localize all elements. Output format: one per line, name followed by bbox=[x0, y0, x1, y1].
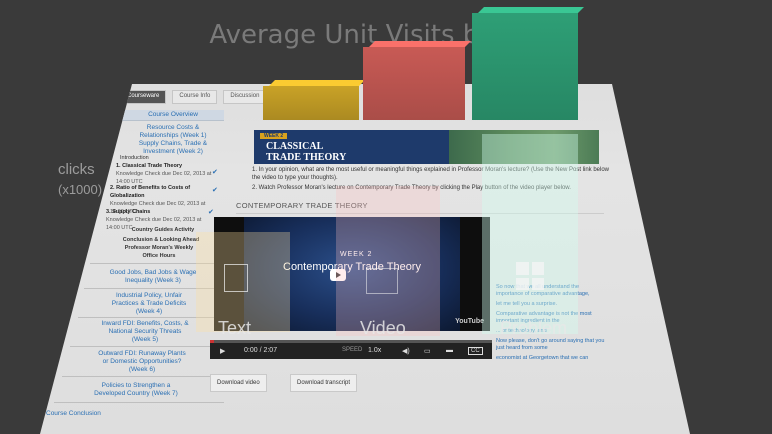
checkmark-icon: ✔ bbox=[212, 187, 218, 194]
sidebar-item-course-conclusion[interactable]: Course Conclusion bbox=[46, 410, 156, 418]
banner-title-line2: TRADE THEORY bbox=[266, 152, 347, 163]
sidebar-item-course-overview[interactable]: Course Overview bbox=[122, 111, 224, 119]
bar-front bbox=[472, 13, 578, 120]
lesson-title: 2. Ratio of Benefits to Costs of Globali… bbox=[110, 185, 191, 199]
sidebar-item-label: Resource Costs & bbox=[146, 124, 200, 131]
sidebar-item-label: Relationships (Week 1) bbox=[139, 132, 207, 139]
document-icon bbox=[224, 264, 248, 292]
speed-value[interactable]: 1.0x bbox=[368, 347, 381, 354]
bar-front bbox=[363, 47, 465, 120]
transcript-toggle-icon[interactable]: ▬ bbox=[446, 347, 453, 354]
course-tabs: Courseware Course Info Discussion bbox=[120, 90, 267, 104]
bar-video bbox=[363, 41, 471, 120]
speed-label: SPEED bbox=[342, 347, 363, 353]
video-time: 0:00 / 2:07 bbox=[244, 347, 278, 354]
transcript-line[interactable]: Now please, don't go around saying that … bbox=[496, 338, 606, 352]
sidebar-item-week-6[interactable]: Outward FDI: Runaway Plants or Domestic … bbox=[64, 350, 220, 374]
checkmark-icon: ✔ bbox=[212, 169, 218, 176]
banner-week-label: WEEK 2 bbox=[260, 133, 288, 139]
tab-course-info[interactable]: Course Info bbox=[172, 90, 218, 104]
sidebar-subitem-lesson-1[interactable]: 1. Classical Trade Theory Knowledge Chec… bbox=[116, 162, 212, 186]
video-controls: ▶ 0:00 / 2:07 SPEED 1.0x ◀) ▭ ▬ CC bbox=[210, 340, 492, 359]
problem-grid-icon bbox=[516, 262, 544, 290]
tab-courseware[interactable]: Courseware bbox=[120, 90, 167, 104]
overlay-video-column bbox=[336, 186, 440, 336]
sidebar-item-label: Supply Chains, Trade & bbox=[138, 140, 208, 147]
bar-front bbox=[263, 86, 359, 120]
sidebar-item-label: (Week 6) bbox=[128, 366, 156, 373]
sidebar-item-week-7[interactable]: Policies to Strengthen a Developed Count… bbox=[56, 382, 216, 398]
transcript-line[interactable]: economist at Georgetown that we can bbox=[496, 355, 606, 362]
overlay-problem-column bbox=[482, 134, 578, 334]
lesson-title: 1. Classical Trade Theory bbox=[116, 163, 183, 169]
y-axis-label-unit: (x1000) bbox=[58, 182, 103, 197]
cc-button[interactable]: CC bbox=[468, 347, 483, 355]
bar-text bbox=[263, 80, 365, 120]
download-video-button[interactable]: Download video bbox=[210, 374, 267, 392]
overlay-label-text: Text bbox=[218, 318, 252, 338]
sidebar-item-label: Outward FDI: Runaway Plants bbox=[98, 350, 186, 357]
sidebar-item-label: (Week 5) bbox=[131, 336, 159, 343]
sidebar-item-label: Developed Country (Week 7) bbox=[94, 390, 178, 397]
lesson-title: 3. Supply Chains bbox=[106, 209, 151, 215]
banner-title-line1: CLASSICAL bbox=[266, 141, 324, 152]
sidebar-item-label: Policies to Strengthen a bbox=[101, 382, 171, 389]
fullscreen-icon[interactable]: ▭ bbox=[424, 347, 431, 355]
sidebar-item-week-1[interactable]: Resource Costs & Relationships (Week 1) bbox=[122, 124, 224, 140]
sidebar-subitem-introduction[interactable]: Introduction bbox=[120, 154, 224, 162]
y-axis-label-main: clicks bbox=[58, 161, 95, 178]
film-icon bbox=[366, 268, 398, 294]
sidebar-item-label: or Domestic Opportunities? bbox=[102, 358, 182, 365]
bar-problem bbox=[472, 7, 584, 120]
checkmark-icon: ✔ bbox=[208, 209, 214, 216]
tab-discussion[interactable]: Discussion bbox=[223, 90, 267, 104]
overlay-label-problem: Problem bbox=[500, 318, 568, 338]
youtube-logo: YouTube bbox=[455, 318, 484, 325]
video-progress-bar[interactable] bbox=[210, 340, 492, 343]
volume-icon[interactable]: ◀) bbox=[402, 347, 410, 355]
overlay-label-video: Video bbox=[360, 318, 406, 338]
play-icon[interactable]: ▶ bbox=[220, 347, 225, 355]
download-transcript-button[interactable]: Download transcript bbox=[290, 374, 358, 392]
y-axis-label: clicks (x1000) bbox=[58, 160, 102, 200]
